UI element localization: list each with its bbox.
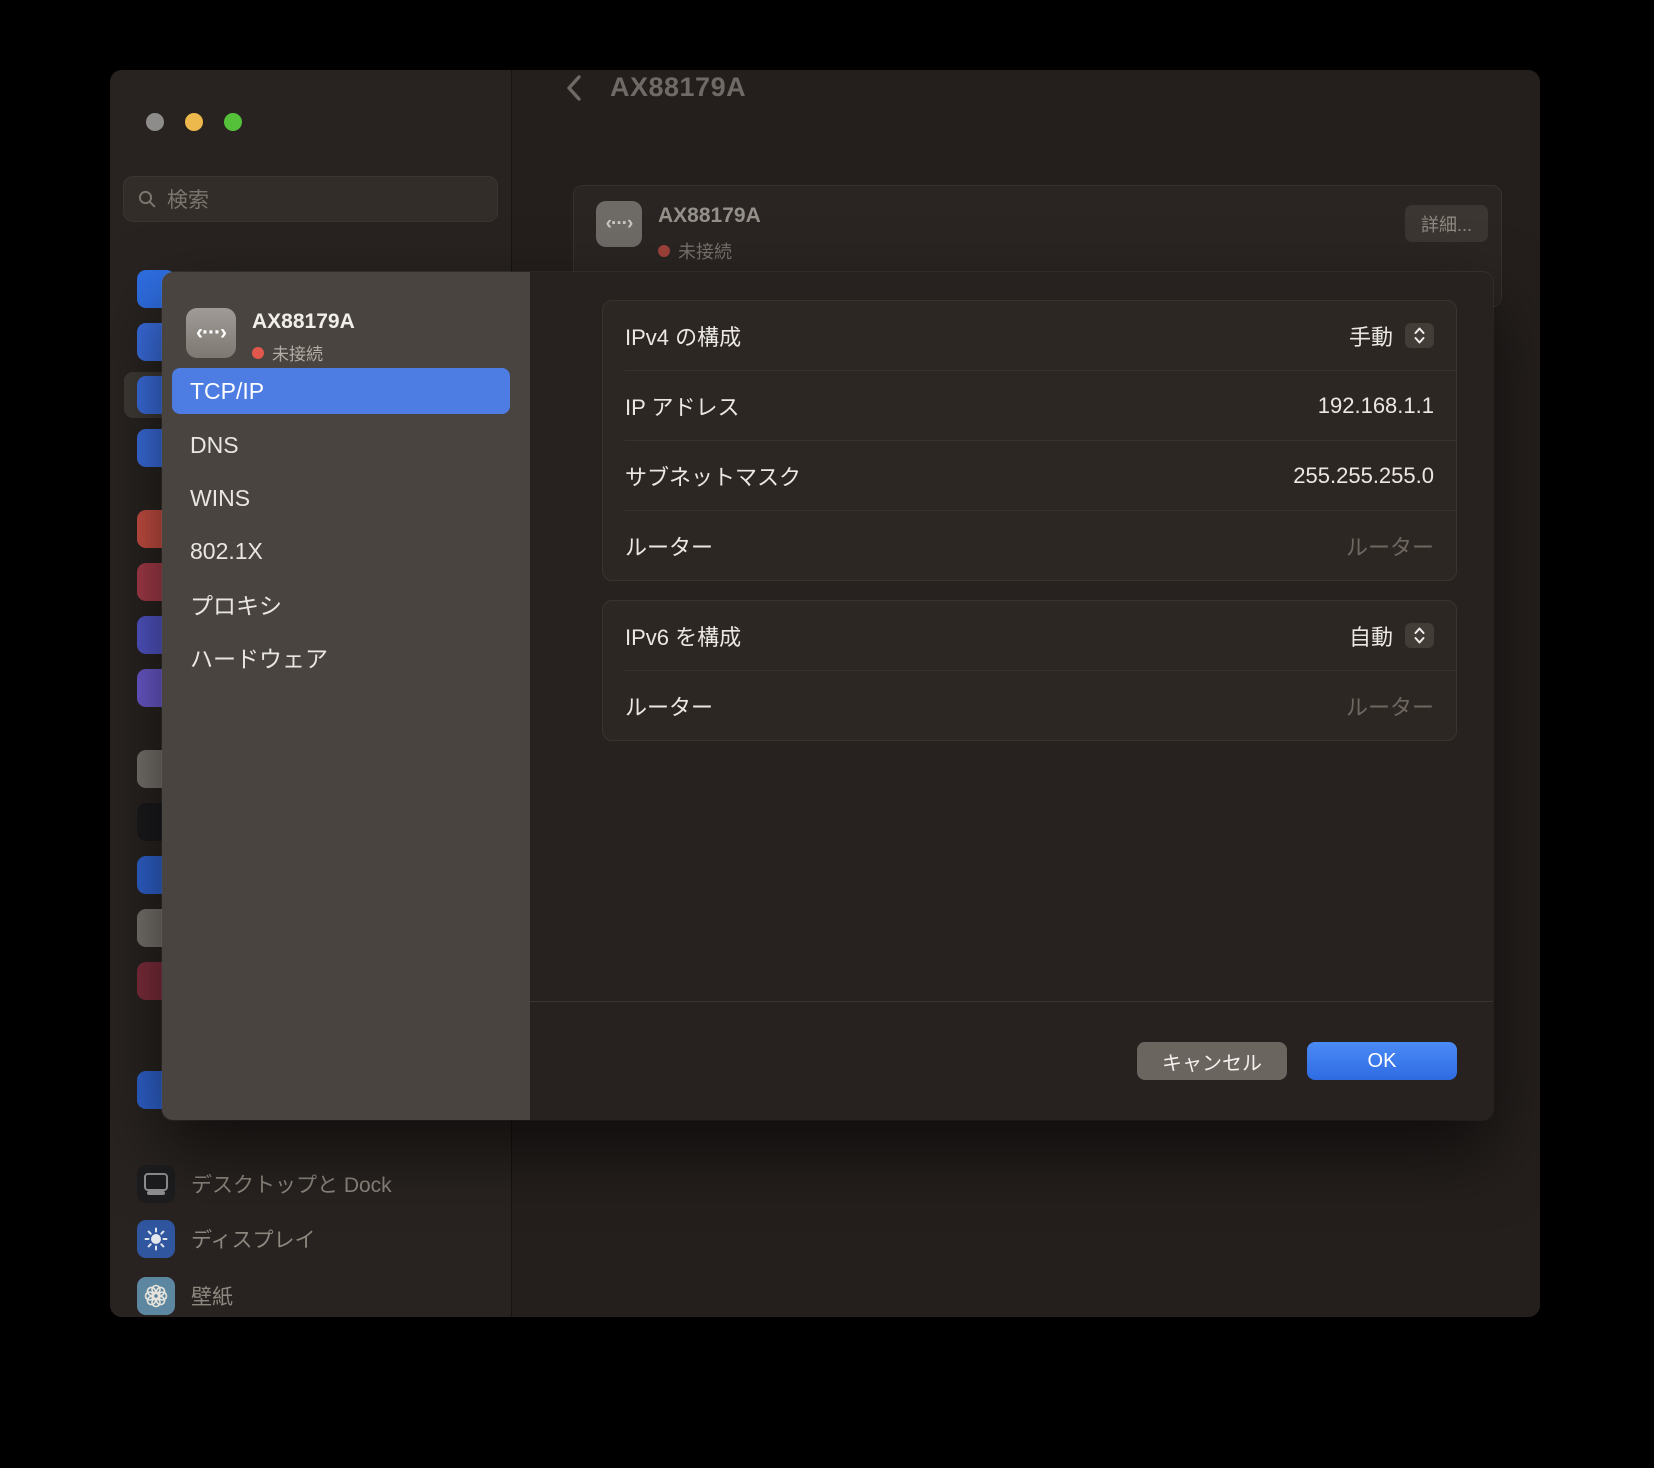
network-adapter-icon: ‹···› [186,308,236,358]
tab-hardware[interactable]: ハードウェア [190,634,328,680]
sidebar-item-display[interactable]: ディスプレイ [124,1216,504,1262]
tab-proxy[interactable]: プロキシ [190,581,282,627]
row-label: IPv6 を構成 [625,620,741,652]
search-placeholder: 検索 [167,184,209,214]
network-adapter-icon: ‹···› [596,201,642,247]
details-button[interactable]: 詳細... [1405,205,1488,242]
ipv6-group: IPv6 を構成 自動 ルーター ルーター [602,600,1457,741]
tcpip-settings-sheet: ‹···› AX88179A 未接続 TCP/IP DNS WINS 802.1… [162,272,1493,1120]
ipv6-router-field[interactable]: ルーター [1346,690,1434,722]
ipv6-configure-row: IPv6 を構成 自動 [603,601,1456,670]
row-label: ルーター [625,530,713,562]
row-label: サブネットマスク [625,460,801,492]
minimize-button[interactable] [185,113,203,131]
ipv4-configure-row: IPv4 の構成 手動 [603,301,1456,370]
cancel-button[interactable]: キャンセル [1137,1042,1287,1080]
sidebar-item-desktop-dock[interactable]: デスクトップと Dock [124,1161,504,1207]
sheet-content: IPv4 の構成 手動 IP アドレス 192.168.1 [530,272,1493,1120]
sidebar-item-label: 壁紙 [191,1281,233,1311]
tab-label: DNS [190,432,239,459]
ok-button[interactable]: OK [1307,1042,1457,1080]
interface-name: AX88179A [658,204,761,228]
sidebar-item-wallpaper[interactable]: 壁紙 [124,1273,504,1317]
row-label: IP アドレス [625,390,740,422]
popup-value: 手動 [1349,320,1393,352]
sidebar-item-label: デスクトップと Dock [191,1169,392,1199]
close-button[interactable] [146,113,164,131]
tab-label: TCP/IP [190,378,264,405]
sidebar-item-label: ディスプレイ [191,1224,316,1254]
search-icon [138,190,157,209]
row-label: IPv4 の構成 [625,320,741,352]
back-chevron-icon [563,72,585,104]
desktop-background: 検索 デスクトップと Dock [0,0,1654,1468]
interface-status: 未接続 [658,238,732,264]
search-input[interactable]: 検索 [123,176,498,222]
ipv6-configure-popup[interactable]: 自動 [1349,620,1434,652]
tab-label: プロキシ [190,587,282,621]
tab-wins[interactable]: WINS [190,475,250,521]
device-status: 未接続 [252,340,323,365]
desktop-dock-icon [137,1165,175,1203]
status-label: 未接続 [678,238,732,264]
device-name: AX88179A [252,310,355,334]
ip-address-row: IP アドレス 192.168.1.1 [603,371,1456,440]
ipv4-configure-popup[interactable]: 手動 [1349,320,1434,352]
tab-tcpip[interactable]: TCP/IP [172,368,510,414]
zoom-button[interactable] [224,113,242,131]
status-label: 未接続 [272,340,323,365]
ipv4-router-row: ルーター ルーター [603,511,1456,580]
page-title: AX88179A [610,72,746,103]
status-dot [252,347,264,359]
row-label: ルーター [625,690,713,722]
subnet-mask-row: サブネットマスク 255.255.255.0 [603,441,1456,510]
tab-label: 802.1X [190,538,263,565]
ipv4-router-field[interactable]: ルーター [1346,530,1434,562]
traffic-lights [146,113,242,131]
tab-8021x[interactable]: 802.1X [190,528,263,574]
tab-label: ハードウェア [190,640,328,674]
footer-divider [530,1001,1493,1002]
ipv6-router-row: ルーター ルーター [603,671,1456,740]
tab-label: WINS [190,485,250,512]
ip-address-field[interactable]: 192.168.1.1 [1318,393,1434,419]
subnet-mask-field[interactable]: 255.255.255.0 [1293,463,1434,489]
tab-dns[interactable]: DNS [190,422,239,468]
display-icon [137,1220,175,1258]
popup-value: 自動 [1349,620,1393,652]
sheet-sidebar: ‹···› AX88179A 未接続 TCP/IP DNS WINS 802.1… [162,272,530,1120]
stepper-icon [1405,623,1434,648]
ipv4-group: IPv4 の構成 手動 IP アドレス 192.168.1 [602,300,1457,581]
back-button[interactable] [556,70,592,106]
stepper-icon [1405,323,1434,348]
status-dot [658,245,670,257]
wallpaper-icon [137,1277,175,1315]
